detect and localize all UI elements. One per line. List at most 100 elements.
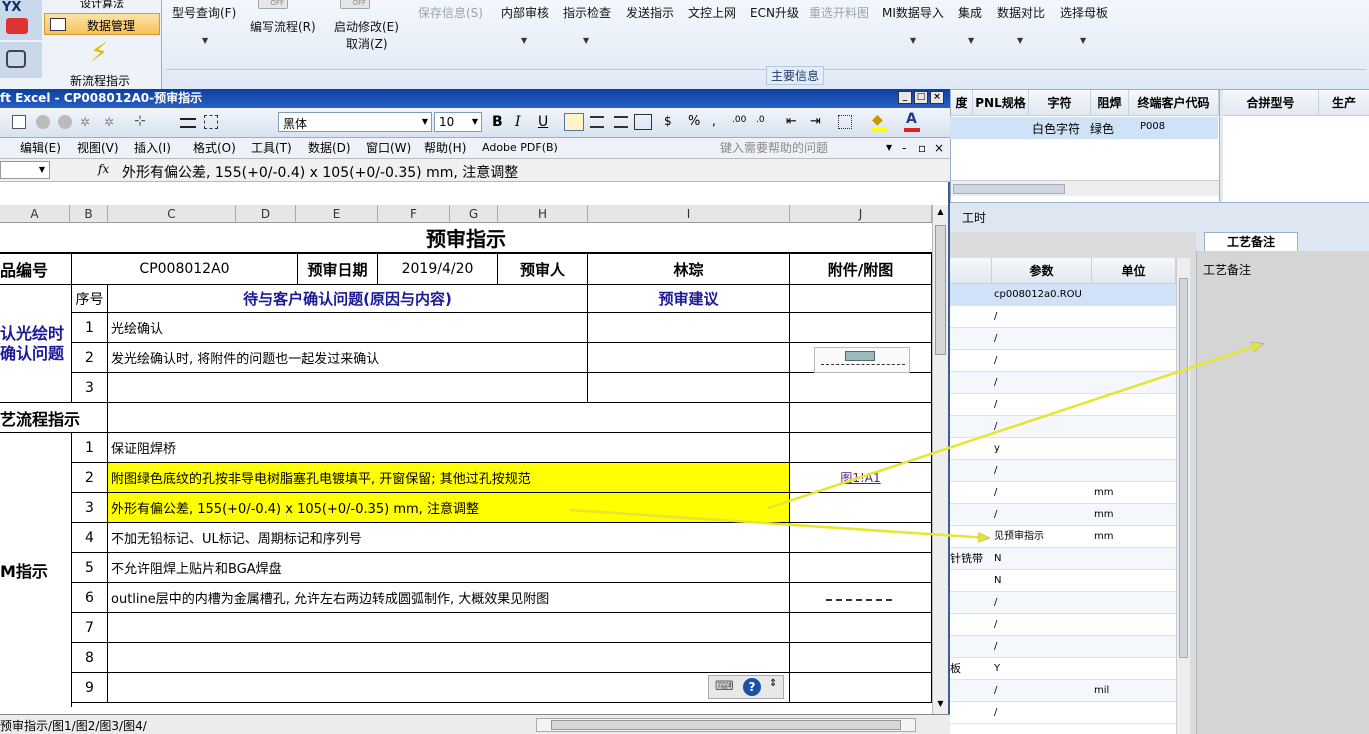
new-flow-button[interactable]: ⚡ 新流程指示 [44, 36, 160, 90]
toggle-start-edit[interactable]: OFF [340, 0, 370, 9]
col-header-h[interactable]: H [498, 205, 588, 223]
col-header[interactable]: 字符 [1029, 90, 1091, 116]
param-row[interactable]: y [950, 438, 1176, 460]
save-info-button[interactable]: 保存信息(S) [418, 4, 483, 21]
cell-instruction[interactable]: 外形有偏公差, 155(+0/-0.4) x 105(+0/-0.35) mm,… [108, 493, 790, 523]
sheet-tab-list[interactable]: 预审指示/图1/图2/图3/图4/ [0, 717, 147, 734]
sheet-title[interactable]: 预审指示 [0, 223, 932, 253]
reselect-cutting-button[interactable]: 重选开料图 [809, 4, 869, 21]
scroll-thumb[interactable] [935, 225, 946, 355]
cell-seq-header[interactable]: 序号 [72, 285, 108, 313]
cell-blank[interactable] [108, 403, 790, 433]
scroll-down-icon[interactable]: ▼ [934, 699, 947, 713]
cell-seq[interactable]: 7 [72, 613, 108, 643]
italic-button[interactable]: I [515, 114, 521, 130]
cell-seq[interactable]: 4 [72, 523, 108, 553]
cell-attach[interactable] [790, 313, 932, 343]
cell-attach-link[interactable] [790, 433, 932, 463]
cell-attach-link[interactable] [790, 523, 932, 553]
col-header-i[interactable]: I [588, 205, 790, 223]
splitter[interactable] [1219, 90, 1223, 202]
chevron-down-icon[interactable]: ▼ [1017, 36, 1023, 45]
floating-toolbar[interactable]: ⌨ ? ⇕ [708, 675, 784, 699]
internal-review-button[interactable]: 内部审核 [501, 4, 549, 21]
col-header-d[interactable]: D [236, 205, 296, 223]
redo-icon[interactable] [58, 115, 72, 129]
merge-icon[interactable] [634, 114, 652, 130]
minimize-icon[interactable]: _ [898, 91, 912, 104]
param-row[interactable]: 见预审指示 mm [950, 526, 1176, 548]
chevron-down-icon[interactable]: ▼ [968, 36, 974, 45]
param-row[interactable]: / [950, 416, 1176, 438]
cell-advice[interactable] [588, 373, 790, 403]
col-header[interactable]: 终端客户代码 [1129, 90, 1219, 116]
cell-instruction[interactable] [108, 613, 790, 643]
indent-right-icon[interactable]: ⇥ [810, 114, 821, 129]
send-instruction-button[interactable]: 发送指示 [626, 4, 674, 21]
col-header[interactable]: 生产 [1319, 90, 1369, 116]
chevron-down-icon[interactable]: ▼ [910, 36, 916, 45]
selected-row[interactable]: 白色字符 绿色 P008 [950, 117, 1218, 139]
cell-seq[interactable]: 6 [72, 583, 108, 613]
col-header-f[interactable]: F [378, 205, 450, 223]
cell-attach-link[interactable] [790, 583, 932, 613]
cell-issue-header[interactable]: 待与客户确认问题(原因与内容) [108, 285, 588, 313]
col-header-b[interactable]: B [70, 205, 108, 223]
chevron-down-icon[interactable]: ▼ [886, 139, 892, 157]
cell-attach-link[interactable] [790, 613, 932, 643]
close-icon[interactable]: × [934, 139, 944, 157]
select-master-board-button[interactable]: 选择母板 [1060, 4, 1108, 21]
col-header[interactable]: 度 [951, 90, 973, 116]
cell-instruction[interactable]: 不允许阻焊上贴片和BGA焊盘 [108, 553, 790, 583]
keyboard-icon[interactable]: ⌨ [715, 679, 734, 694]
cell-seq[interactable]: 5 [72, 553, 108, 583]
col-header-a[interactable]: A [0, 205, 70, 223]
craft-notes-panel[interactable]: 工艺备注 [1196, 251, 1369, 734]
param-row[interactable]: / [950, 592, 1176, 614]
font-color-icon[interactable]: A [906, 111, 917, 127]
query-model-button[interactable]: 型号查询(F) [172, 4, 236, 21]
cancel-button[interactable]: 取消(Z) [346, 35, 388, 52]
fill-color-icon[interactable]: ◆ [872, 112, 883, 128]
star-icon[interactable]: ✲ [104, 115, 114, 129]
cell-seq[interactable]: 2 [72, 463, 108, 493]
chevron-down-icon[interactable]: ▼ [521, 36, 527, 45]
param-row[interactable]: / [950, 614, 1176, 636]
nav-item-data-management[interactable]: 数据管理 [44, 13, 160, 35]
col-header-j[interactable]: J [790, 205, 932, 223]
param-header[interactable]: 参数 [992, 258, 1092, 284]
link-icon[interactable] [0, 42, 42, 78]
cell-seq[interactable]: 3 [72, 373, 108, 403]
cell-attach[interactable] [790, 373, 932, 403]
cell-seq[interactable]: 2 [72, 343, 108, 373]
cell-issue[interactable]: 发光绘确认时, 将附件的问题也一起发过来确认 [108, 343, 588, 373]
param-row[interactable]: / [950, 702, 1176, 724]
param-row[interactable]: 针铣带 N [950, 548, 1176, 570]
chevron-down-icon[interactable]: ▼ [202, 36, 208, 45]
cell-issue[interactable]: 光绘确认 [108, 313, 588, 343]
indent-icon[interactable]: ⊹ [134, 113, 146, 129]
undo-icon[interactable] [36, 115, 50, 129]
menu-view[interactable]: 视图(V) [77, 139, 119, 157]
menu-edit[interactable]: 编辑(E) [20, 139, 61, 157]
compare-data-button[interactable]: 数据对比 [997, 4, 1045, 21]
cell-attach-link[interactable] [790, 493, 932, 523]
cell-issue[interactable] [108, 373, 588, 403]
restore-icon[interactable]: □ [914, 91, 928, 104]
param-row[interactable]: cp008012a0.ROU [950, 284, 1176, 306]
integrate-button[interactable]: 集成 [958, 4, 982, 21]
col-header-g[interactable]: G [450, 205, 498, 223]
cell-seq[interactable]: 9 [72, 673, 108, 703]
menu-window[interactable]: 窗口(W) [366, 139, 411, 157]
check-instruction-button[interactable]: 指示检查 [563, 4, 611, 21]
menu-tools[interactable]: 工具(T) [251, 139, 292, 157]
menu-help[interactable]: 帮助(H) [424, 139, 466, 157]
doc-online-button[interactable]: 文控上网 [688, 4, 736, 21]
cell-seq[interactable]: 8 [72, 643, 108, 673]
param-row[interactable]: / [950, 328, 1176, 350]
cell-instruction[interactable] [108, 643, 790, 673]
cell-instruction[interactable]: 保证阻焊桥 [108, 433, 790, 463]
col-header[interactable]: 阻焊 [1091, 90, 1129, 116]
cell-pn[interactable]: CP008012A0 [72, 253, 298, 285]
formula-input[interactable]: 外形有偏公差, 155(+0/-0.4) x 105(+0/-0.35) mm,… [122, 162, 518, 182]
